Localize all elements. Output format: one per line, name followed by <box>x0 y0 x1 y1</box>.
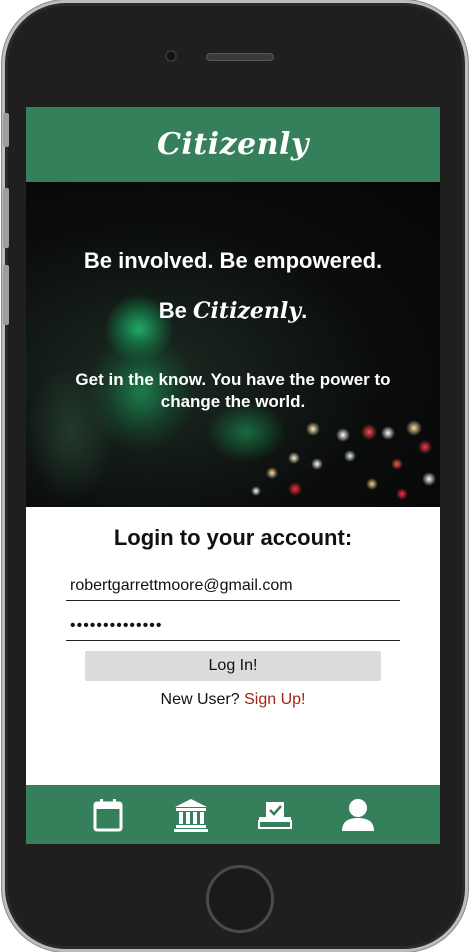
hero-bg-light <box>266 467 278 479</box>
login-panel: Login to your account: Log In! New User?… <box>26 507 440 785</box>
hero-bg-light <box>361 424 377 440</box>
login-title: Login to your account: <box>113 525 353 550</box>
mute-switch <box>3 113 9 147</box>
hero-bg-light <box>288 482 302 496</box>
home-button[interactable] <box>206 865 274 933</box>
user-profile-icon <box>342 798 375 831</box>
app-logo: Citizenly <box>157 127 309 162</box>
volume-up-button <box>3 188 9 248</box>
hero-bg-light <box>418 440 432 454</box>
tab-calendar[interactable] <box>88 795 128 835</box>
calendar-icon <box>93 798 123 831</box>
hero-tagline-brand: Citizenly <box>193 298 302 324</box>
ballot-box-icon <box>257 801 292 829</box>
hero-tagline: Be Citizenly. <box>26 298 440 324</box>
hero-subtext: Get in the know. You have the power to c… <box>75 370 391 411</box>
app-screen: Citizenly Be involved. Be empowered. Be … <box>26 107 440 844</box>
top-bar: Citizenly <box>26 107 440 182</box>
front-camera <box>165 50 177 62</box>
password-field[interactable] <box>66 611 400 641</box>
hero-bg-light <box>406 420 422 436</box>
hero-bg-light <box>381 426 395 440</box>
hero-tagline-suffix: . <box>301 298 308 323</box>
hero-bg-light <box>391 458 403 470</box>
tab-profile[interactable] <box>338 795 378 835</box>
earpiece-speaker <box>206 53 274 61</box>
hero-bg-light <box>344 450 356 462</box>
hero-bg-light <box>251 486 261 496</box>
email-field[interactable] <box>66 571 400 601</box>
volume-down-button <box>3 265 9 325</box>
hero-tagline-prefix: Be <box>158 298 194 323</box>
hero-bg-light <box>288 452 300 464</box>
hero-bg-light <box>396 488 408 500</box>
login-button[interactable]: Log In! <box>85 651 381 681</box>
bottom-tab-bar <box>26 785 440 844</box>
signup-link[interactable]: Sign Up! <box>244 691 305 708</box>
government-building-icon <box>174 798 209 832</box>
new-user-label: New User? <box>160 691 240 708</box>
hero-headline: Be involved. Be empowered. <box>83 248 383 273</box>
hero-bg-light <box>311 458 323 470</box>
hero-banner: Be involved. Be empowered. Be Citizenly.… <box>26 182 440 507</box>
hero-bg-light <box>306 422 320 436</box>
hero-bg-light <box>366 478 378 490</box>
hero-bg-light <box>422 472 436 486</box>
tab-government[interactable] <box>171 795 211 835</box>
tab-vote[interactable] <box>255 795 295 835</box>
signup-row: New User? Sign Up! <box>26 691 440 709</box>
hero-bg-light <box>336 428 350 442</box>
